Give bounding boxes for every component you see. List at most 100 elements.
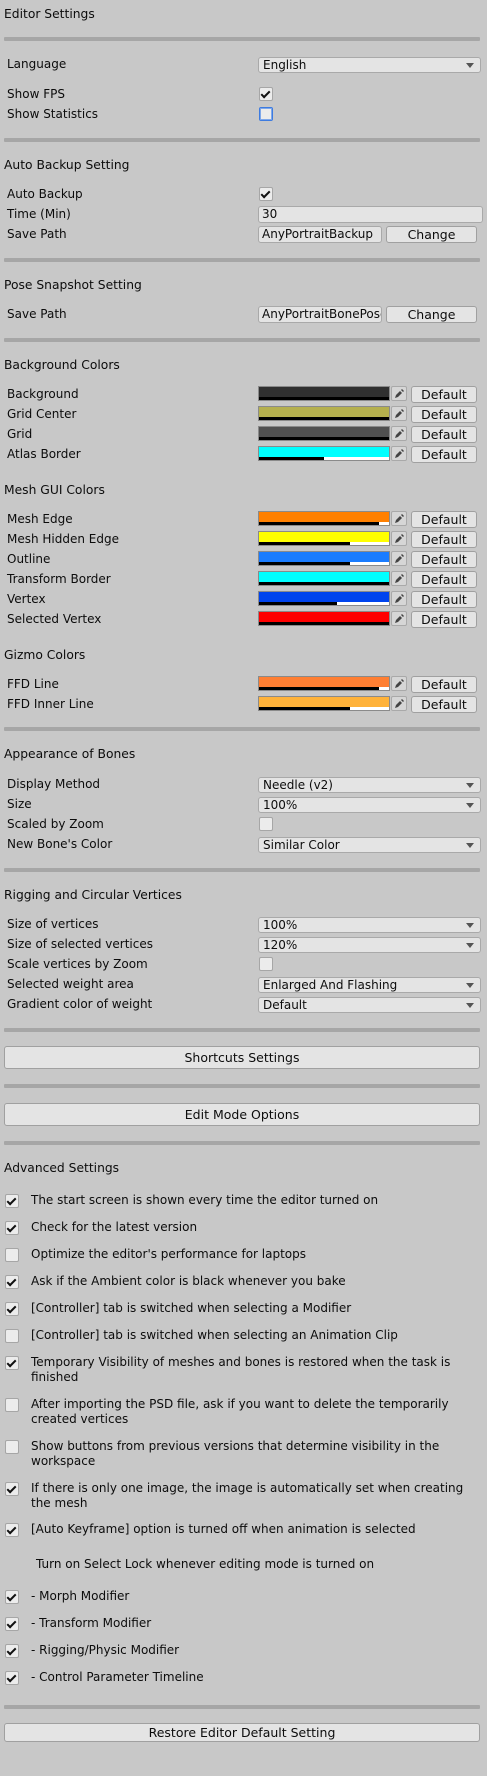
advanced-checkbox[interactable] — [5, 1221, 19, 1235]
color-swatch[interactable] — [258, 406, 390, 421]
chevron-down-icon — [466, 943, 474, 948]
default-color-button[interactable]: Default — [411, 446, 477, 463]
divider — [4, 37, 480, 41]
color-swatch[interactable] — [258, 611, 390, 626]
chevron-down-icon — [466, 783, 474, 788]
color-swatch[interactable] — [258, 386, 390, 401]
color-swatch[interactable] — [258, 446, 390, 461]
default-color-button[interactable]: Default — [411, 696, 477, 713]
default-color-button[interactable]: Default — [411, 591, 477, 608]
display-method-dropdown[interactable]: Needle (v2) — [258, 777, 481, 793]
advanced-checkbox[interactable] — [5, 1275, 19, 1289]
eyedropper-icon[interactable] — [391, 446, 407, 461]
divider — [4, 258, 480, 262]
scaled-by-zoom-checkbox[interactable] — [259, 817, 273, 831]
check-icon — [6, 1222, 17, 1233]
advanced-checkbox[interactable] — [5, 1617, 19, 1631]
eyedropper-icon[interactable] — [391, 551, 407, 566]
default-color-button[interactable]: Default — [411, 571, 477, 588]
divider — [4, 1141, 480, 1145]
pose-save-path-input[interactable]: AnyPortraitBonePose — [258, 306, 382, 323]
display-method-value: Needle (v2) — [263, 778, 333, 792]
color-swatch[interactable] — [258, 551, 390, 566]
advanced-checkbox[interactable] — [5, 1671, 19, 1685]
color-swatch[interactable] — [258, 571, 390, 586]
advanced-checkbox[interactable] — [5, 1590, 19, 1604]
advanced-option-label: - Morph Modifier — [31, 1589, 130, 1603]
edit-mode-options-button[interactable]: Edit Mode Options — [4, 1103, 480, 1126]
chevron-down-icon — [466, 923, 474, 928]
gizmo-colors-title: Gizmo Colors — [4, 648, 86, 662]
auto-backup-label: Auto Backup — [7, 187, 83, 201]
scale-by-zoom-checkbox[interactable] — [259, 957, 273, 971]
default-color-button[interactable]: Default — [411, 551, 477, 568]
alpha-bar — [259, 417, 389, 420]
backup-change-button[interactable]: Change — [386, 226, 477, 243]
color-swatch[interactable] — [258, 696, 390, 711]
color-row-label: Vertex — [7, 592, 46, 606]
appearance-of-bones-title: Appearance of Bones — [4, 747, 136, 761]
advanced-checkbox[interactable] — [5, 1398, 19, 1412]
default-color-button[interactable]: Default — [411, 406, 477, 423]
new-bone-color-dropdown[interactable]: Similar Color — [258, 837, 481, 853]
show-fps-label: Show FPS — [7, 87, 65, 101]
scale-by-zoom-label: Scale vertices by Zoom — [7, 957, 148, 971]
color-swatch[interactable] — [258, 426, 390, 441]
advanced-checkbox[interactable] — [5, 1440, 19, 1454]
auto-backup-checkbox[interactable] — [259, 187, 273, 201]
color-swatch[interactable] — [258, 511, 390, 526]
color-swatch[interactable] — [258, 676, 390, 691]
alpha-bar — [259, 562, 350, 565]
advanced-option-label: Optimize the editor's performance for la… — [31, 1247, 307, 1261]
eyedropper-icon[interactable] — [391, 386, 407, 401]
default-color-button[interactable]: Default — [411, 386, 477, 403]
time-input[interactable]: 30 — [258, 206, 483, 223]
bone-size-dropdown[interactable]: 100% — [258, 797, 481, 813]
advanced-option-label: Check for the latest version — [31, 1220, 198, 1234]
advanced-settings-title: Advanced Settings — [4, 1161, 120, 1175]
eyedropper-icon[interactable] — [391, 511, 407, 526]
advanced-checkbox[interactable] — [5, 1194, 19, 1208]
color-swatch[interactable] — [258, 531, 390, 546]
eyedropper-icon[interactable] — [391, 611, 407, 626]
advanced-checkbox[interactable] — [5, 1356, 19, 1370]
eyedropper-icon[interactable] — [391, 406, 407, 421]
size-of-vertices-dropdown[interactable]: 100% — [258, 917, 481, 933]
default-color-button[interactable]: Default — [411, 511, 477, 528]
eyedropper-icon[interactable] — [391, 531, 407, 546]
eyedropper-icon[interactable] — [391, 591, 407, 606]
alpha-bar — [259, 457, 324, 460]
default-color-button[interactable]: Default — [411, 676, 477, 693]
selected-weight-area-value: Enlarged And Flashing — [263, 978, 398, 992]
gradient-color-dropdown[interactable]: Default — [258, 997, 481, 1013]
show-statistics-checkbox[interactable] — [259, 107, 273, 121]
alpha-bar — [259, 602, 337, 605]
eyedropper-icon[interactable] — [391, 426, 407, 441]
eyedropper-icon[interactable] — [391, 696, 407, 711]
advanced-checkbox[interactable] — [5, 1248, 19, 1262]
show-fps-checkbox[interactable] — [259, 87, 273, 101]
eyedropper-icon[interactable] — [391, 676, 407, 691]
default-color-button[interactable]: Default — [411, 531, 477, 548]
default-color-button[interactable]: Default — [411, 611, 477, 628]
backup-save-path-input[interactable]: AnyPortraitBackup — [258, 226, 382, 243]
color-swatch[interactable] — [258, 591, 390, 606]
divider — [4, 338, 480, 342]
advanced-checkbox[interactable] — [5, 1329, 19, 1343]
alpha-bar — [259, 437, 389, 440]
eyedropper-icon[interactable] — [391, 571, 407, 586]
default-color-button[interactable]: Default — [411, 426, 477, 443]
advanced-checkbox[interactable] — [5, 1302, 19, 1316]
size-of-selected-dropdown[interactable]: 120% — [258, 937, 481, 953]
shortcuts-settings-button[interactable]: Shortcuts Settings — [4, 1046, 480, 1069]
size-of-vertices-value: 100% — [263, 918, 298, 932]
advanced-checkbox[interactable] — [5, 1523, 19, 1537]
restore-default-button[interactable]: Restore Editor Default Setting — [4, 1723, 480, 1742]
selected-weight-area-dropdown[interactable]: Enlarged And Flashing — [258, 977, 481, 993]
advanced-checkbox[interactable] — [5, 1482, 19, 1496]
alpha-bar — [259, 542, 350, 545]
color-row-label: FFD Inner Line — [7, 697, 94, 711]
pose-change-button[interactable]: Change — [386, 306, 477, 323]
language-dropdown[interactable]: English — [258, 57, 481, 73]
advanced-checkbox[interactable] — [5, 1644, 19, 1658]
